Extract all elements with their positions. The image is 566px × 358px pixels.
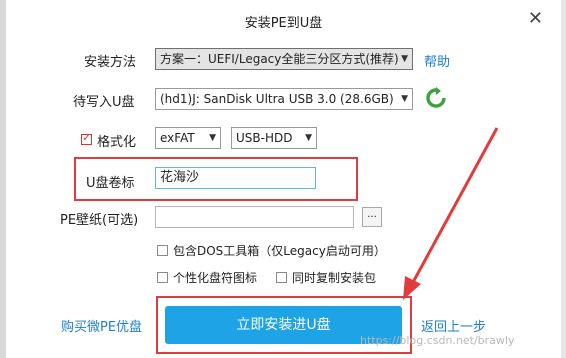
watermark: https://blog.csdn.net/brawly [360, 334, 515, 347]
install-pe-dialog: 安装PE到U盘 ✕ 安装方法 方案一：UEFI/Legacy全能三分区方式(推荐… [0, 0, 566, 358]
annotation-arrow-icon [403, 127, 499, 300]
